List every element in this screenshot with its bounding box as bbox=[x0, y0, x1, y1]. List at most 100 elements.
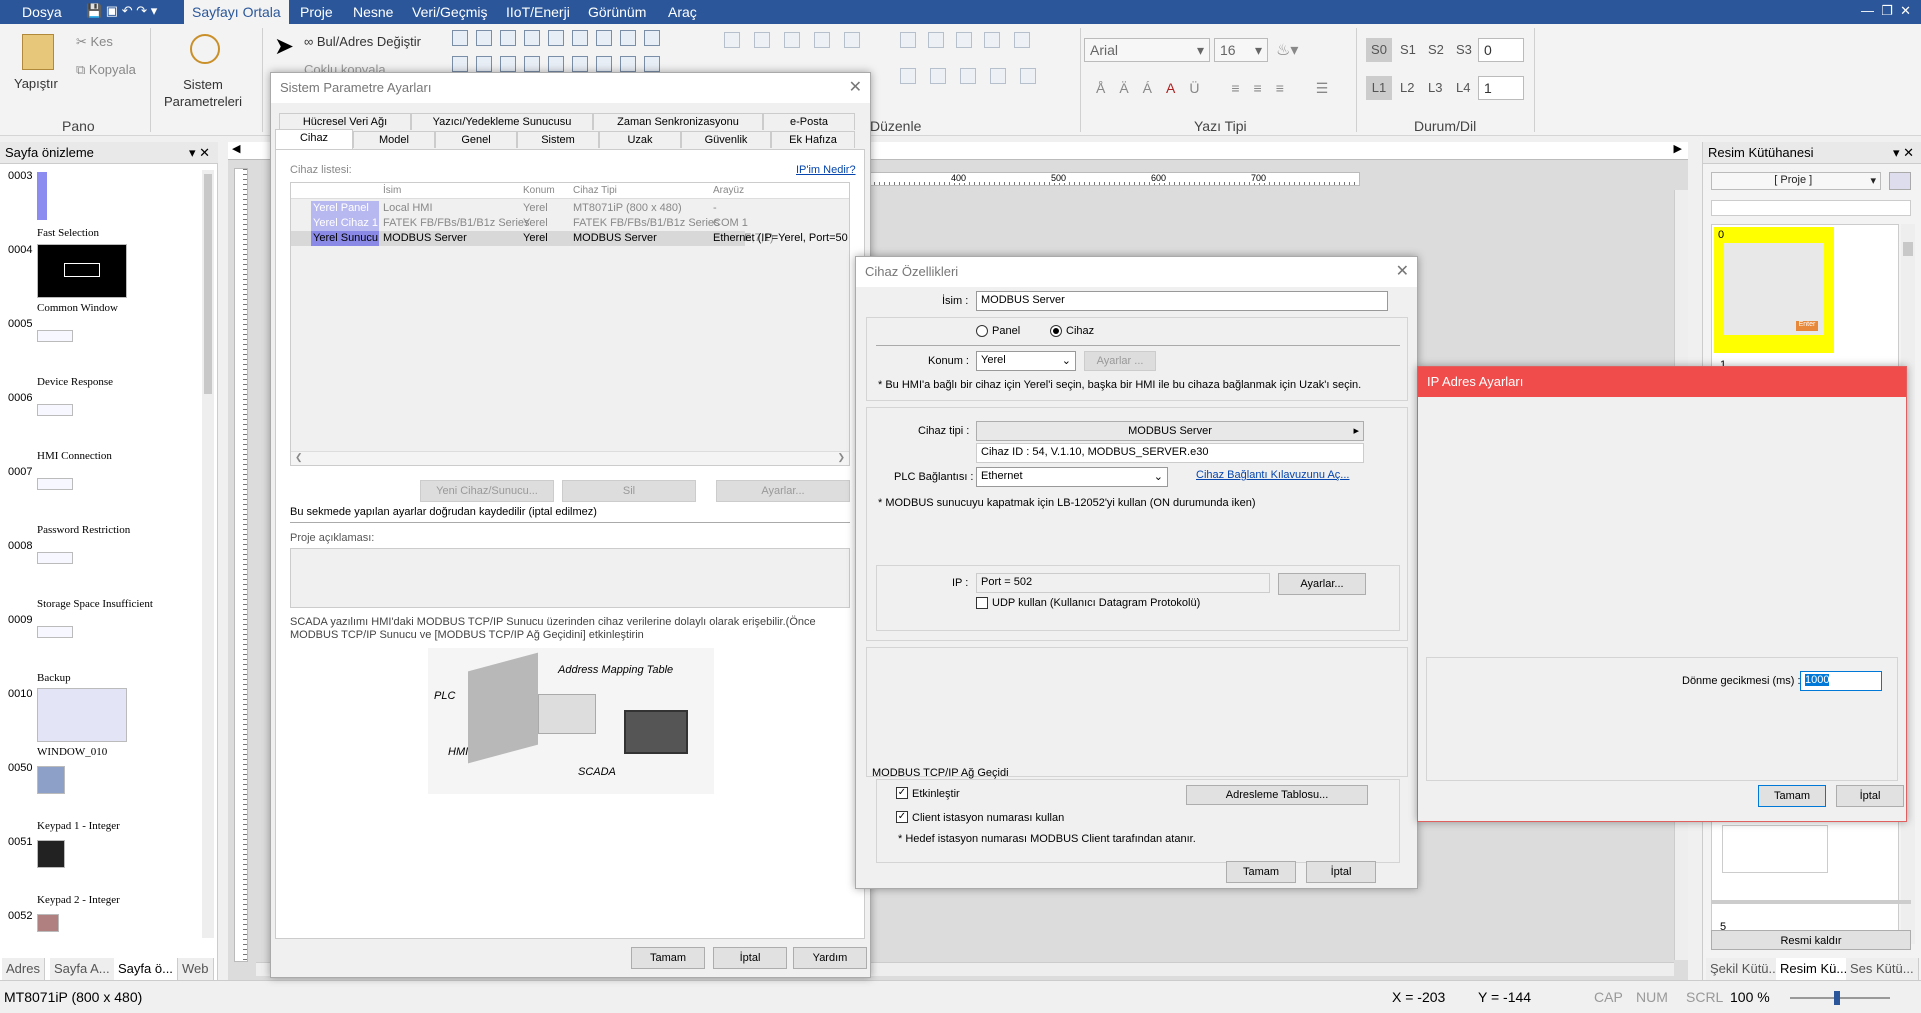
library-item-selected[interactable]: 0 Enter bbox=[1714, 227, 1834, 353]
enable-gateway-checkbox[interactable]: ✓ bbox=[896, 787, 908, 799]
help-button[interactable]: Yardım bbox=[793, 947, 867, 969]
tab-email[interactable]: e-Posta bbox=[763, 113, 855, 130]
tab-extended-memory[interactable]: Ek Hafıza bbox=[771, 131, 855, 148]
page-thumbnail[interactable] bbox=[37, 914, 59, 932]
lang-l4[interactable]: L4 bbox=[1456, 80, 1470, 95]
library-zoom-slider[interactable] bbox=[1711, 900, 1911, 904]
page-thumbnail[interactable] bbox=[37, 840, 65, 868]
radio-panel[interactable] bbox=[976, 325, 988, 337]
lang-spinner[interactable]: 1 bbox=[1478, 76, 1524, 100]
page-name[interactable]: Device Response bbox=[37, 376, 113, 388]
tab-address[interactable]: Adres bbox=[2, 958, 45, 980]
lang-l1[interactable]: L1 bbox=[1366, 76, 1392, 100]
font-size-combo[interactable]: 16 ▾ bbox=[1214, 38, 1268, 62]
select-arrow-icon[interactable]: ➤ bbox=[274, 32, 294, 61]
plc-connection-select[interactable]: Ethernet ⌄ bbox=[976, 467, 1168, 487]
udp-checkbox[interactable] bbox=[976, 597, 988, 609]
tab-printer-backup[interactable]: Yazıcı/Yedekleme Sunucusu bbox=[411, 113, 593, 130]
menu-iiot-energy[interactable]: IIoT/Enerji bbox=[498, 0, 578, 24]
location-select[interactable]: Yerel ⌄ bbox=[976, 351, 1076, 371]
close-icon[interactable]: ✕ bbox=[849, 77, 862, 97]
state-s3[interactable]: S3 bbox=[1456, 42, 1472, 57]
tab-general[interactable]: Genel bbox=[435, 131, 517, 148]
library-project-combo[interactable]: [ Proje ] ▾ bbox=[1711, 172, 1881, 190]
menu-center-page[interactable]: Sayfayı Ortala bbox=[184, 0, 289, 24]
font-name-combo[interactable]: Arial ▾ bbox=[1084, 38, 1210, 62]
tab-time-sync[interactable]: Zaman Senkronizasyonu bbox=[593, 113, 763, 130]
state-s2[interactable]: S2 bbox=[1428, 42, 1444, 57]
menu-object[interactable]: Nesne bbox=[345, 0, 401, 24]
find-replace-button[interactable]: ∞ Bul/Adres Değiştir bbox=[304, 34, 421, 49]
tab-page-a[interactable]: Sayfa A... bbox=[50, 958, 115, 980]
turnaround-delay-field[interactable]: 1000 bbox=[1800, 671, 1882, 691]
tab-sound-library[interactable]: Ses Kütü... bbox=[1846, 958, 1919, 980]
quick-access-toolbar[interactable]: 💾 ▣ ↶ ↷ ▾ bbox=[86, 3, 157, 19]
page-thumbnail[interactable] bbox=[37, 478, 73, 490]
menu-data-history[interactable]: Veri/Geçmiş bbox=[404, 0, 495, 24]
device-type-selector[interactable]: MODBUS Server ▸ bbox=[976, 421, 1364, 441]
tab-system[interactable]: Sistem bbox=[517, 131, 599, 148]
page-thumbnail[interactable] bbox=[37, 626, 73, 638]
ok-button[interactable]: Tamam bbox=[631, 947, 705, 969]
cancel-button[interactable]: İptal bbox=[1836, 785, 1904, 807]
page-name[interactable]: Common Window bbox=[37, 302, 118, 314]
page-thumbnail[interactable] bbox=[37, 688, 127, 742]
what-is-my-ip-link[interactable]: IP'im Nedir? bbox=[796, 164, 856, 176]
device-settings-button[interactable]: Ayarlar... bbox=[716, 480, 850, 502]
cancel-button[interactable]: İptal bbox=[713, 947, 787, 969]
table-row-selected[interactable]: Yerel Sunucu MODBUS Server Yerel MODBUS … bbox=[291, 231, 848, 246]
scroll-right-icon[interactable]: ▶ bbox=[1674, 142, 1682, 155]
page-thumbnail[interactable] bbox=[37, 404, 73, 416]
page-name[interactable]: HMI Connection bbox=[37, 450, 112, 462]
copy-button[interactable]: ⧉ Kopyala bbox=[76, 62, 136, 78]
page-name[interactable]: Password Restriction bbox=[37, 524, 130, 536]
tab-remote[interactable]: Uzak bbox=[599, 131, 681, 148]
window-controls[interactable]: — ❐ ✕ bbox=[1861, 3, 1911, 19]
page-thumbnail[interactable] bbox=[37, 330, 73, 342]
gear-icon[interactable] bbox=[190, 34, 220, 64]
page-thumbnail[interactable] bbox=[37, 766, 65, 794]
delete-device-button[interactable]: Sil bbox=[562, 480, 696, 502]
paste-icon[interactable] bbox=[22, 34, 54, 70]
lang-l3[interactable]: L3 bbox=[1428, 80, 1442, 95]
library-item[interactable] bbox=[1722, 825, 1828, 873]
menu-file[interactable]: Dosya bbox=[14, 0, 70, 24]
page-name[interactable]: Keypad 2 - Integer bbox=[37, 894, 120, 906]
radio-device[interactable] bbox=[1050, 325, 1062, 337]
fill-color-icon[interactable]: ♨▾ bbox=[1276, 40, 1298, 60]
page-name[interactable]: Keypad 1 - Integer bbox=[37, 820, 120, 832]
page-name[interactable]: Storage Space Insufficient bbox=[37, 598, 153, 610]
zoom-slider[interactable] bbox=[1790, 991, 1890, 1005]
page-thumbnail[interactable] bbox=[37, 552, 73, 564]
ip-settings-button[interactable]: Ayarlar... bbox=[1278, 573, 1366, 595]
state-s1[interactable]: S1 bbox=[1400, 42, 1416, 57]
ok-button[interactable]: Tamam bbox=[1758, 785, 1826, 807]
remove-picture-button[interactable]: Resmi kaldır bbox=[1711, 930, 1911, 950]
address-table-button[interactable]: Adresleme Tablosu... bbox=[1186, 785, 1368, 805]
paste-button[interactable]: Yapıştır bbox=[14, 76, 58, 91]
project-desc-field[interactable] bbox=[290, 548, 850, 608]
state-s0[interactable]: S0 bbox=[1366, 38, 1392, 62]
tab-page-preview[interactable]: Sayfa ö... bbox=[114, 958, 178, 980]
font-style-tools[interactable]: ÅÄÁAÜ ≡≡≡ ☰ bbox=[1096, 80, 1342, 97]
tab-shape-library[interactable]: Şekil Kütü... bbox=[1706, 958, 1785, 980]
page-name[interactable]: WINDOW_010 bbox=[37, 746, 107, 758]
cut-button[interactable]: ✂ Kes bbox=[76, 34, 113, 50]
scroll-left-icon[interactable]: ◀ bbox=[232, 142, 240, 155]
table-row[interactable]: Yerel Panel Local HMI Yerel MT8071iP (80… bbox=[291, 201, 745, 216]
preview-scrollbar[interactable] bbox=[202, 170, 214, 938]
table-horizontal-scrollbar[interactable]: ❮ ❯ bbox=[291, 451, 849, 465]
tab-cellular[interactable]: Hücresel Veri Ağı bbox=[279, 113, 411, 130]
tab-security[interactable]: Güvenlik bbox=[681, 131, 771, 148]
tab-model[interactable]: Model bbox=[353, 131, 435, 148]
client-station-checkbox[interactable]: ✓ bbox=[896, 811, 908, 823]
system-parameters-button[interactable]: Sistem Parametreleri bbox=[164, 76, 242, 110]
page-thumbnail[interactable] bbox=[37, 172, 47, 220]
tab-web[interactable]: Web bbox=[178, 958, 214, 980]
menu-view[interactable]: Görünüm bbox=[580, 0, 654, 24]
tab-picture-library[interactable]: Resim Kü... bbox=[1776, 958, 1853, 980]
device-guide-link[interactable]: Cihaz Bağlantı Kılavuzunu Aç... bbox=[1196, 469, 1349, 481]
library-filter-field[interactable] bbox=[1711, 200, 1911, 216]
page-name[interactable]: Backup bbox=[37, 672, 71, 684]
menu-project[interactable]: Proje bbox=[292, 0, 341, 24]
